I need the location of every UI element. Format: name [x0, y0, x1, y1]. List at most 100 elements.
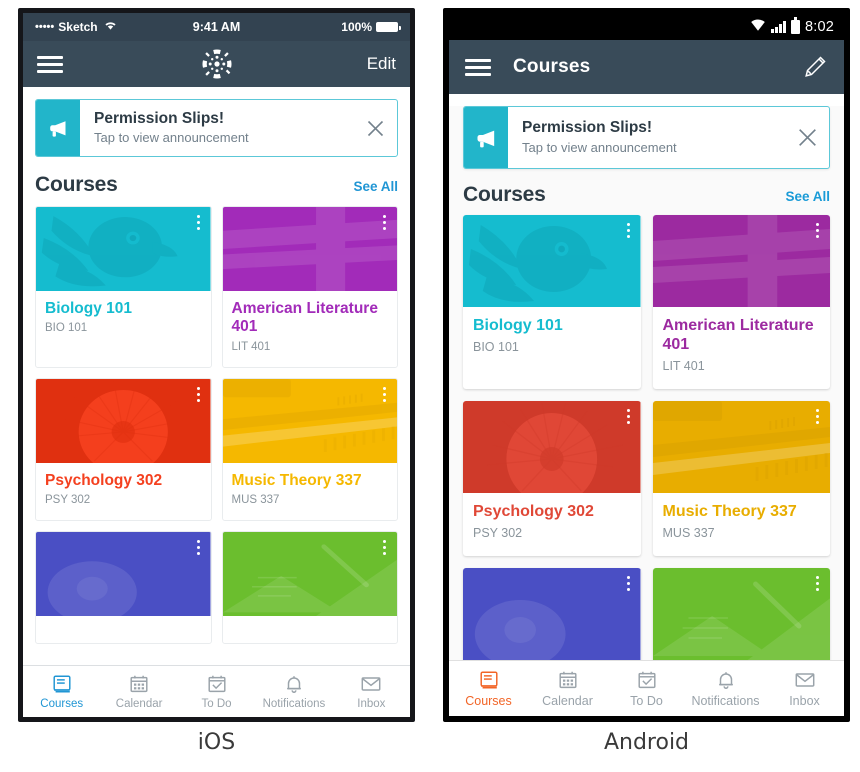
course-overflow-menu-icon[interactable]: [383, 215, 386, 230]
course-overflow-menu-icon[interactable]: [196, 539, 200, 555]
tab-calendar[interactable]: Calendar: [100, 673, 177, 710]
hamburger-menu-icon[interactable]: [37, 52, 63, 77]
close-icon[interactable]: [353, 100, 397, 156]
course-code: MUS 337: [662, 525, 715, 540]
course-code: LIT 401: [662, 358, 705, 373]
tab-to-do[interactable]: To Do: [607, 669, 686, 708]
comparison-stage: ••••• Sketch 9:41 AM 100% Edit Permissio…: [0, 0, 860, 772]
android-phone-frame: 8:02 Courses Permission Slips! Tap to vi…: [443, 8, 850, 722]
tab-notifications[interactable]: Notifications: [255, 673, 332, 710]
course-banner: [36, 531, 211, 616]
course-name: Biology 101: [45, 300, 132, 317]
bell-icon: [283, 673, 305, 695]
battery-full-icon: [790, 17, 800, 34]
course-card[interactable]: American Literature 401 LIT 401: [652, 215, 831, 389]
app-bar-title: Courses: [513, 56, 591, 77]
course-overflow-menu-icon[interactable]: [626, 223, 630, 238]
envelope-icon: [794, 669, 816, 691]
tab-courses[interactable]: Courses: [449, 669, 528, 708]
course-code: BIO 101: [473, 339, 519, 354]
tab-label: Calendar: [115, 698, 163, 710]
course-code: BIO 101: [45, 322, 88, 335]
course-overflow-menu-icon[interactable]: [816, 408, 819, 424]
wifi-icon: [750, 19, 766, 35]
megaphone-icon: [464, 107, 508, 168]
canvas-logo-icon: [200, 47, 234, 81]
course-card[interactable]: Biology 101 BIO 101: [463, 215, 641, 389]
announcement-text: Permission Slips! Tap to view announceme…: [80, 100, 353, 156]
close-icon[interactable]: [785, 107, 829, 168]
tab-label: Courses: [40, 698, 84, 710]
tab-to-do[interactable]: To Do: [178, 673, 255, 710]
course-code: PSY 302: [473, 525, 523, 540]
android-status-bar: 8:02: [449, 14, 844, 40]
course-overflow-menu-icon[interactable]: [626, 408, 630, 424]
book-icon: [51, 673, 73, 695]
announcement-banner[interactable]: Permission Slips! Tap to view announceme…: [463, 106, 830, 169]
course-card[interactable]: Music Theory 337 MUS 337: [652, 400, 831, 556]
course-overflow-menu-icon[interactable]: [383, 386, 386, 402]
course-overflow-menu-icon[interactable]: [816, 575, 819, 591]
course-meta: [36, 616, 211, 643]
course-banner: [222, 531, 397, 616]
wifi-icon: [104, 20, 117, 34]
course-overflow-menu-icon[interactable]: [196, 386, 200, 402]
course-grid: Biology 101 BIO 101 American Literature 40…: [35, 206, 398, 644]
checklist-icon: [636, 669, 658, 691]
course-overflow-menu-icon[interactable]: [196, 215, 200, 230]
see-all-link[interactable]: See All: [353, 179, 398, 194]
bell-icon: [715, 669, 737, 691]
course-meta: American Literature 401 LIT 401: [223, 291, 398, 367]
tab-label: Calendar: [542, 694, 593, 708]
tab-courses[interactable]: Courses: [23, 673, 100, 710]
course-card[interactable]: [35, 530, 212, 644]
course-card[interactable]: Music Theory 337 MUS 337: [221, 377, 398, 521]
course-card[interactable]: Psychology 302 PSY 302: [35, 377, 212, 521]
course-banner: [652, 215, 830, 307]
course-meta: Biology 101 BIO 101: [463, 307, 641, 389]
course-meta: [223, 616, 398, 643]
battery-full-icon: [376, 22, 401, 32]
course-meta: Music Theory 337 MUS 337: [653, 493, 831, 556]
calendar-icon: [128, 673, 150, 695]
courses-section-header: Courses See All: [35, 173, 398, 197]
pencil-icon[interactable]: [802, 54, 828, 80]
edit-button[interactable]: Edit: [367, 54, 396, 74]
announcement-subtitle: Tap to view announcement: [522, 139, 677, 155]
tab-inbox[interactable]: Inbox: [333, 673, 410, 710]
tab-label: Inbox: [789, 694, 820, 708]
course-overflow-menu-icon[interactable]: [626, 575, 630, 591]
course-card[interactable]: Psychology 302 PSY 302: [463, 400, 641, 556]
tab-notifications[interactable]: Notifications: [686, 669, 765, 708]
course-name: Psychology 302: [45, 471, 163, 489]
ios-screen: ••••• Sketch 9:41 AM 100% Edit Permissio…: [23, 13, 410, 717]
course-overflow-menu-icon[interactable]: [383, 539, 386, 555]
course-banner: [652, 400, 830, 493]
android-clock: 8:02: [804, 19, 834, 35]
signal-dots-icon: •••••: [35, 20, 55, 33]
course-overflow-menu-icon[interactable]: [816, 223, 819, 238]
course-card[interactable]: Biology 101 BIO 101: [35, 206, 212, 368]
ios-phone-frame: ••••• Sketch 9:41 AM 100% Edit Permissio…: [18, 8, 415, 722]
announcement-text: Permission Slips! Tap to view announceme…: [508, 107, 785, 168]
calendar-icon: [557, 669, 579, 691]
tab-inbox[interactable]: Inbox: [765, 669, 844, 708]
hamburger-menu-icon[interactable]: [465, 55, 491, 80]
course-meta: American Literature 401 LIT 401: [653, 307, 831, 389]
carrier-name: Sketch: [58, 20, 98, 34]
see-all-link[interactable]: See All: [785, 189, 830, 204]
tab-calendar[interactable]: Calendar: [528, 669, 607, 708]
course-banner: [222, 378, 397, 463]
tab-label: Notifications: [262, 698, 326, 710]
tab-label: Inbox: [357, 698, 386, 710]
ios-caption: iOS: [197, 730, 236, 755]
course-card[interactable]: American Literature 401 LIT 401: [221, 206, 398, 368]
ios-nav-bar: Edit: [23, 41, 410, 87]
tab-label: To Do: [630, 694, 663, 708]
course-card[interactable]: [221, 530, 398, 644]
ios-tab-bar: Courses Calendar To Do Notifications Inbox: [23, 665, 410, 717]
announcement-banner[interactable]: Permission Slips! Tap to view announceme…: [35, 99, 398, 157]
course-name: Music Theory 337: [662, 502, 797, 520]
course-meta: Biology 101 BIO 101: [36, 291, 211, 367]
checklist-icon: [206, 673, 228, 695]
